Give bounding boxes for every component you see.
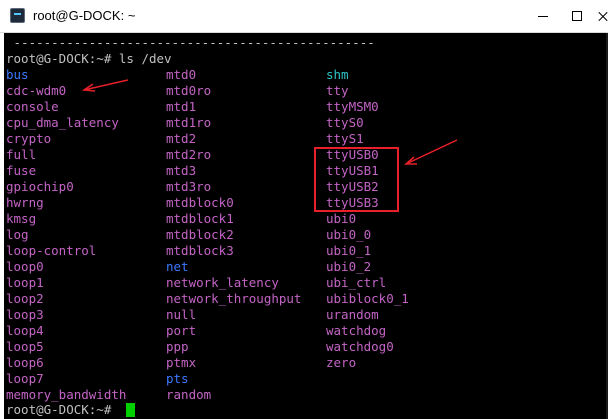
annotation-arrows xyxy=(81,79,458,165)
title-bar: root@G-DOCK: ~ xyxy=(0,0,608,33)
close-button[interactable] xyxy=(595,6,608,26)
maximize-button[interactable] xyxy=(566,6,588,26)
terminal-icon xyxy=(10,8,25,23)
window-title: root@G-DOCK: ~ xyxy=(33,8,136,23)
minimize-button[interactable] xyxy=(532,6,554,26)
terminal-output[interactable]: ----------------------------------------… xyxy=(4,33,608,419)
arrow-to-ttyusb0 xyxy=(404,139,458,165)
arrow-to-cdc-wdm0 xyxy=(81,79,129,92)
